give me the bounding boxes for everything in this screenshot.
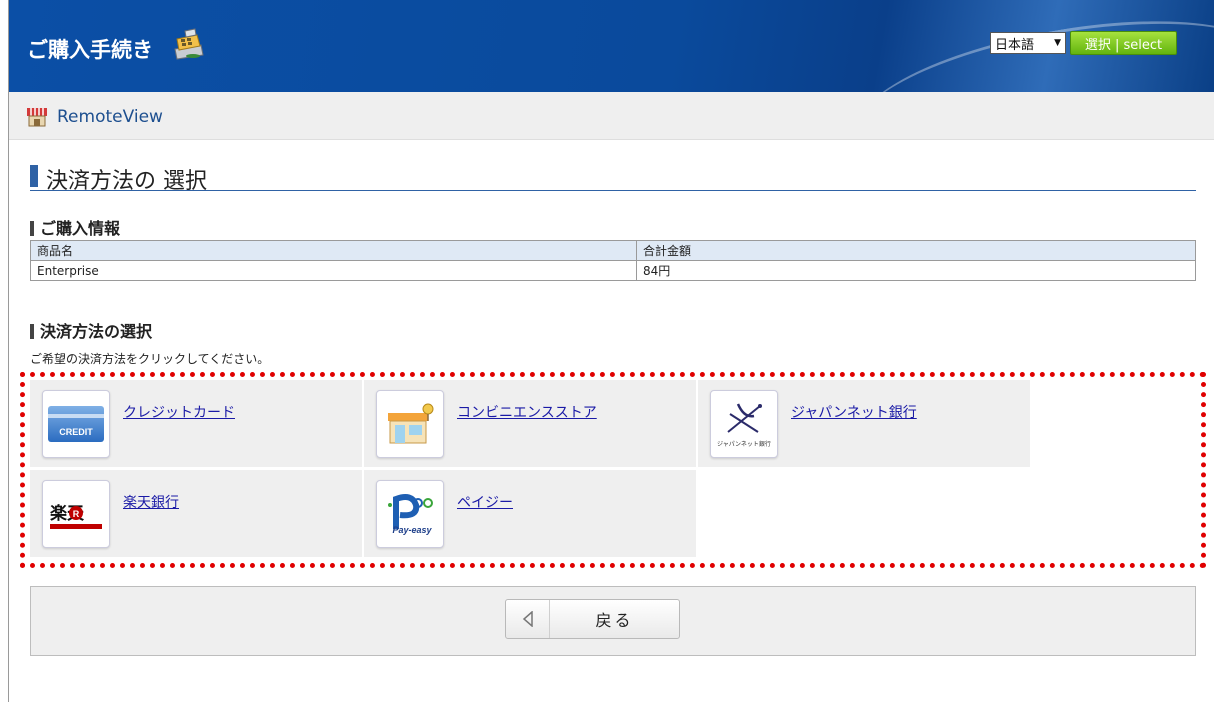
payment-option-label[interactable]: 楽天銀行 bbox=[123, 492, 179, 512]
payment-option-label[interactable]: ペイジー bbox=[457, 492, 513, 512]
payment-option-rakuten-bank[interactable]: 楽天 R 楽天銀行 bbox=[30, 470, 362, 557]
pay-easy-icon: Pay-easy bbox=[376, 479, 444, 548]
table-row: Enterprise 84円 bbox=[30, 260, 1196, 281]
japan-net-bank-icon: ジャパンネット銀行 bbox=[710, 389, 778, 458]
header-bar: ご購入手続き 日本語 ▼ 選択 | select bbox=[9, 0, 1214, 92]
payment-option-pay-easy[interactable]: Pay-easy ペイジー bbox=[364, 470, 696, 557]
payment-option-japan-net-bank[interactable]: ジャパンネット銀行 ジャパンネット銀行 bbox=[698, 380, 1030, 467]
payment-method-heading-text: 決済方法の選択 bbox=[40, 322, 153, 341]
column-header-product: 商品名 bbox=[30, 240, 637, 261]
shop-bar: RemoteView bbox=[9, 92, 1214, 140]
page-title: 決済方法の 選択 bbox=[46, 169, 207, 194]
pay-easy-logo-text: Pay-easy bbox=[392, 525, 432, 535]
language-select-value: 日本語 bbox=[995, 37, 1035, 53]
payment-option-credit-card[interactable]: CREDIT クレジットカード bbox=[30, 380, 362, 467]
payment-option-label[interactable]: ジャパンネット銀行 bbox=[791, 402, 917, 422]
payment-method-heading: 決済方法の選択 bbox=[30, 318, 152, 342]
total-amount-cell: 84円 bbox=[636, 260, 1196, 281]
payment-option-label[interactable]: クレジットカード bbox=[123, 402, 235, 422]
payment-instruction: ご希望の決済方法をクリックしてください。 bbox=[30, 352, 270, 366]
page-header-title: ご購入手続き bbox=[27, 38, 153, 62]
shop-icon bbox=[27, 108, 47, 127]
purchase-info-table: 商品名 合計金額 Enterprise 84円 bbox=[30, 240, 1196, 281]
back-button[interactable]: 戻る bbox=[505, 599, 680, 639]
shop-name: RemoteView bbox=[57, 107, 163, 127]
cash-register-icon bbox=[174, 28, 204, 60]
product-name-cell: Enterprise bbox=[30, 260, 637, 281]
language-select-button[interactable]: 選択 | select bbox=[1070, 31, 1177, 55]
page-title-marker bbox=[30, 165, 38, 187]
svg-text:R: R bbox=[73, 509, 80, 519]
chevron-left-icon bbox=[506, 600, 550, 638]
column-header-total: 合計金額 bbox=[636, 240, 1196, 261]
table-header-row: 商品名 合計金額 bbox=[30, 240, 1196, 261]
payment-option-label[interactable]: コンビニエンスストア bbox=[457, 402, 597, 422]
purchase-info-heading: ご購入情報 bbox=[30, 215, 120, 239]
rakuten-bank-icon: 楽天 R bbox=[42, 479, 110, 548]
page-title-section: 決済方法の 選択 bbox=[30, 163, 1196, 194]
chevron-down-icon: ▼ bbox=[1054, 38, 1061, 48]
japan-net-bank-logo-text: ジャパンネット銀行 bbox=[717, 440, 771, 448]
payment-option-convenience-store[interactable]: コンビニエンスストア bbox=[364, 380, 696, 467]
purchase-info-heading-text: ご購入情報 bbox=[40, 219, 121, 238]
heading-marker bbox=[30, 221, 34, 236]
language-select[interactable]: 日本語 ▼ bbox=[990, 32, 1066, 54]
convenience-store-icon bbox=[376, 389, 444, 458]
credit-logo-text: CREDIT bbox=[59, 427, 93, 437]
heading-marker bbox=[30, 324, 34, 339]
footer-bar: 戻る bbox=[30, 586, 1196, 656]
back-button-label: 戻る bbox=[595, 611, 634, 630]
credit-card-icon: CREDIT bbox=[42, 389, 110, 458]
